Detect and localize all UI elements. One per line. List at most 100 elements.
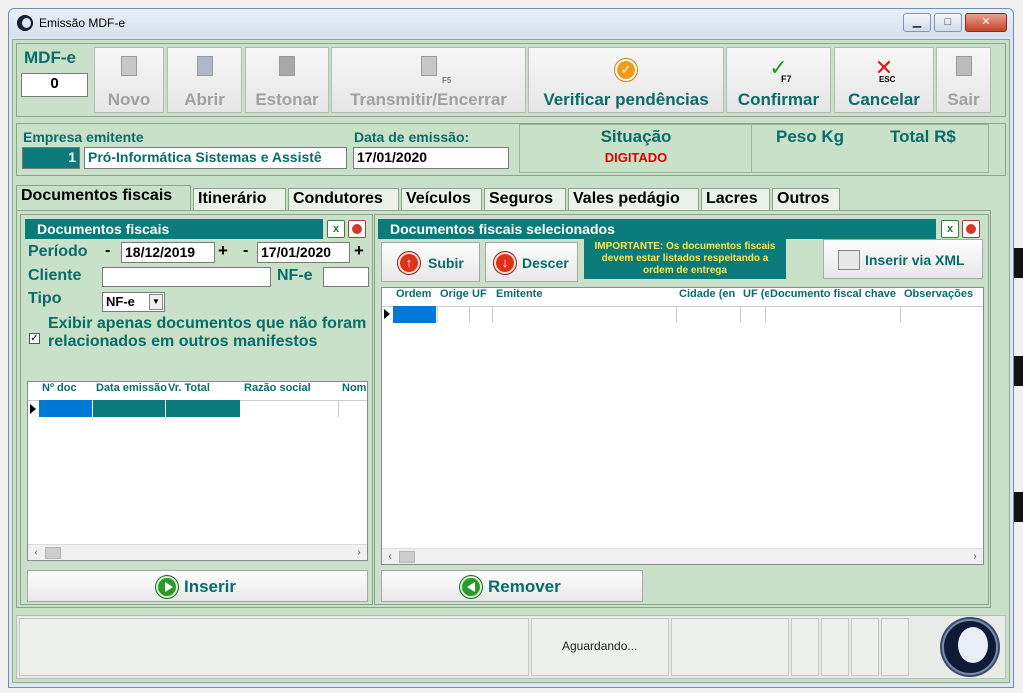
inserir-via-xml-label: Inserir via XML bbox=[865, 252, 965, 268]
cliente-field[interactable] bbox=[102, 267, 271, 287]
scroll-right-icon[interactable]: › bbox=[351, 545, 367, 560]
abrir-button[interactable]: Abrir bbox=[167, 47, 242, 113]
row-indicator-icon bbox=[30, 404, 36, 414]
data-emissao-field[interactable]: 17/01/2020 bbox=[353, 147, 509, 169]
confirmar-button[interactable]: ✓ F7 Confirmar bbox=[726, 47, 831, 113]
tab-outros[interactable]: Outros bbox=[772, 188, 840, 210]
status-text: Aguardando... bbox=[531, 618, 669, 676]
cliente-label: Cliente bbox=[28, 267, 82, 284]
tab-documentos-fiscais[interactable]: Documentos fiscais bbox=[16, 185, 191, 211]
descer-label: Descer bbox=[522, 255, 569, 271]
confirmar-label: Confirmar bbox=[737, 90, 820, 109]
tab-veiculos[interactable]: Veículos bbox=[401, 188, 482, 210]
date-to-field[interactable]: 17/01/2020 bbox=[257, 242, 350, 263]
col-header[interactable]: Orige bbox=[440, 288, 471, 306]
arrow-left-icon bbox=[460, 576, 482, 598]
table-cell[interactable] bbox=[166, 400, 240, 417]
scroll-right-icon[interactable]: › bbox=[967, 549, 983, 564]
date-from-decrement[interactable]: - bbox=[105, 242, 110, 260]
tipo-select[interactable]: NF-e ▼ bbox=[102, 292, 165, 312]
descer-button[interactable]: ↓ Descer bbox=[485, 242, 578, 282]
sair-button[interactable]: Sair bbox=[936, 47, 991, 113]
left-documents-grid[interactable]: Nº doc Data emissão Vr. Total Razão soci… bbox=[27, 381, 368, 561]
scroll-thumb[interactable] bbox=[399, 551, 415, 563]
title-bar[interactable]: Emissão MDF-e ▁ □ ✕ bbox=[9, 9, 1013, 37]
header-panel: Empresa emitente 1 Pró-Informática Siste… bbox=[16, 123, 1006, 176]
horizontal-scrollbar[interactable]: ‹ › bbox=[28, 544, 367, 560]
horizontal-scrollbar[interactable]: ‹ › bbox=[382, 548, 983, 564]
status-cell bbox=[791, 618, 819, 676]
inserir-button[interactable]: Inserir bbox=[27, 570, 368, 602]
date-from-field[interactable]: 18/12/2019 bbox=[121, 242, 215, 263]
empresa-name-field[interactable]: Pró-Informática Sistemas e Assistê bbox=[84, 147, 347, 169]
novo-button[interactable]: Novo bbox=[94, 47, 164, 113]
maximize-button[interactable]: □ bbox=[934, 13, 962, 32]
date-to-decrement[interactable]: - bbox=[243, 242, 248, 260]
situacao-status: DIGITADO bbox=[604, 150, 668, 165]
col-header[interactable]: Data emissão bbox=[96, 382, 168, 400]
total-label: Total R$ bbox=[890, 127, 956, 146]
excel-export-icon[interactable]: x bbox=[941, 220, 959, 238]
scroll-thumb[interactable] bbox=[45, 547, 61, 559]
inserir-via-xml-button[interactable]: Inserir via XML bbox=[823, 239, 983, 279]
arrow-down-icon: ↓ bbox=[494, 252, 516, 274]
exit-door-icon bbox=[953, 56, 975, 80]
col-header[interactable]: Cidade (en bbox=[679, 288, 739, 306]
selected-documents-grid[interactable]: Ordem Orige UF Emitente Cidade (en UF (e… bbox=[381, 287, 984, 565]
subir-label: Subir bbox=[428, 255, 464, 271]
scroll-left-icon[interactable]: ‹ bbox=[382, 549, 398, 564]
tab-vales-pedagio[interactable]: Vales pedágio bbox=[568, 188, 699, 210]
situacao-label: Situação bbox=[600, 127, 672, 146]
remove-all-icon[interactable] bbox=[962, 220, 980, 238]
transmitir-encerrar-button[interactable]: F5 Transmitir/Encerrar bbox=[331, 47, 526, 113]
status-cell bbox=[19, 618, 529, 676]
remover-button[interactable]: Remover bbox=[381, 570, 643, 602]
tab-condutores[interactable]: Condutores bbox=[288, 188, 399, 210]
estonar-button[interactable]: Estonar bbox=[245, 47, 329, 113]
situacao-box: Situação DIGITADO bbox=[519, 124, 753, 173]
excel-export-icon[interactable]: x bbox=[327, 220, 345, 238]
cancelar-button[interactable]: ✕ ESC Cancelar bbox=[834, 47, 934, 113]
scroll-left-icon[interactable]: ‹ bbox=[28, 545, 44, 560]
left-panel: Documentos fiscais x Período - 18/12/201… bbox=[20, 214, 373, 605]
exibir-apenas-checkbox[interactable]: ✓ bbox=[29, 333, 40, 344]
totals-box: Peso Kg Total R$ bbox=[751, 124, 989, 173]
remove-all-icon[interactable] bbox=[348, 220, 366, 238]
cancelar-shortcut: ESC bbox=[879, 75, 896, 84]
col-header[interactable]: UF bbox=[472, 288, 492, 306]
tipo-value: NF-e bbox=[106, 294, 135, 309]
col-header[interactable]: Razão social bbox=[244, 382, 338, 400]
empresa-code-field[interactable]: 1 bbox=[22, 147, 80, 169]
col-header[interactable]: Documento fiscal chave bbox=[770, 288, 902, 306]
col-header[interactable]: Observações bbox=[904, 288, 983, 306]
col-header[interactable]: Ordem bbox=[396, 288, 439, 306]
subir-button[interactable]: ↑ Subir bbox=[381, 242, 480, 282]
close-button[interactable]: ✕ bbox=[965, 13, 1007, 32]
peso-label: Peso Kg bbox=[776, 127, 845, 146]
mdfe-number-field[interactable]: 0 bbox=[21, 73, 88, 97]
chevron-down-icon[interactable]: ▼ bbox=[149, 294, 163, 310]
col-header[interactable]: Nome bbox=[342, 382, 367, 400]
col-header[interactable]: Emitente bbox=[496, 288, 666, 306]
selected-cell[interactable] bbox=[393, 306, 436, 323]
selected-cell[interactable] bbox=[39, 400, 92, 417]
tab-itinerario[interactable]: Itinerário bbox=[193, 188, 286, 210]
date-to-increment[interactable]: + bbox=[354, 241, 364, 261]
exibir-apenas-label: Exibir apenas documentos que não foram r… bbox=[48, 315, 367, 350]
table-cell[interactable] bbox=[93, 400, 165, 417]
minimize-button[interactable]: ▁ bbox=[903, 13, 931, 32]
abrir-label: Abrir bbox=[184, 90, 225, 109]
data-emissao-label: Data de emissão: bbox=[354, 129, 470, 145]
date-from-increment[interactable]: + bbox=[218, 241, 228, 261]
nfe-field[interactable] bbox=[323, 267, 369, 287]
estonar-label: Estonar bbox=[255, 90, 319, 109]
tab-lacres[interactable]: Lacres bbox=[701, 188, 770, 210]
check-circle-icon: ✓ bbox=[615, 56, 637, 81]
col-header[interactable]: Vr. Total bbox=[168, 382, 240, 400]
col-header[interactable]: UF (e bbox=[743, 288, 769, 306]
transmit-icon bbox=[418, 56, 440, 80]
window-title: Emissão MDF-e bbox=[39, 16, 126, 30]
col-header[interactable]: Nº doc bbox=[42, 382, 90, 400]
verificar-pendencias-button[interactable]: ✓ Verificar pendências bbox=[528, 47, 724, 113]
tab-seguros[interactable]: Seguros bbox=[484, 188, 566, 210]
